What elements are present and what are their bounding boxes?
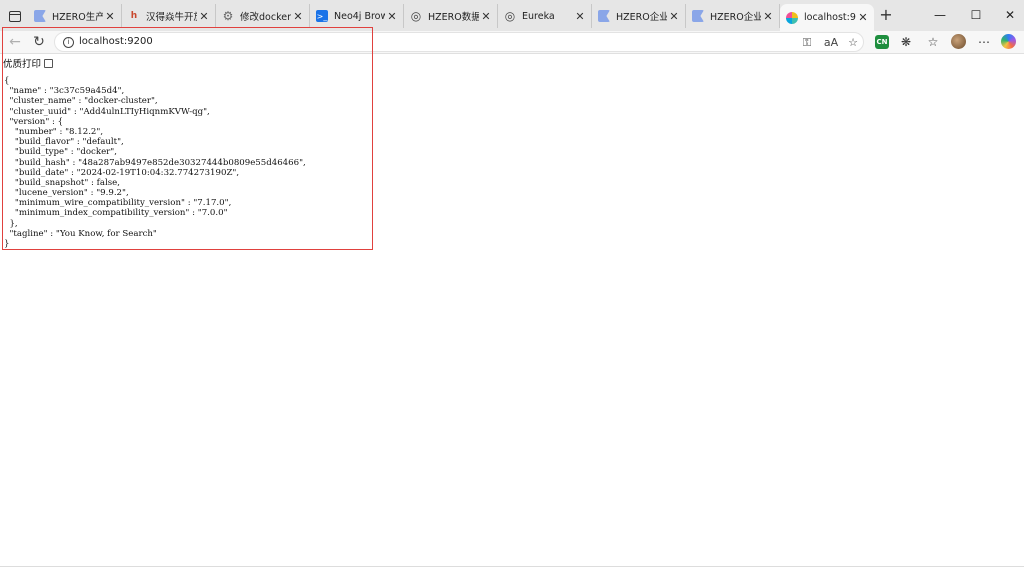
elastic-icon [786, 11, 798, 24]
tab-2[interactable]: ⚙ 修改docker配置✕ [216, 4, 310, 28]
tab-close-icon[interactable]: ✕ [667, 10, 681, 23]
json-line: } [4, 239, 10, 249]
flag-icon [598, 10, 610, 22]
new-tab-button[interactable]: + [878, 7, 894, 23]
json-line: "minimum_wire_compatibility_version" : "… [4, 198, 232, 209]
address-url[interactable]: localhost:9200 [79, 36, 153, 47]
tab-7[interactable]: HZERO企业级✕ [686, 4, 780, 28]
neo4j-icon: >_ [316, 10, 328, 22]
tab-actions-button[interactable] [4, 5, 26, 27]
flag-icon [34, 10, 46, 22]
profile-avatar[interactable] [951, 34, 966, 49]
read-aloud-icon[interactable]: aА [823, 35, 839, 51]
close-window-button[interactable]: ✕ [1000, 6, 1020, 24]
json-line: { [4, 76, 10, 86]
back-arrow-icon: ← [9, 34, 21, 50]
tab-title: HZERO生产环境 [52, 12, 103, 23]
json-line: "build_date" : "2024-02-19T10:04:32.7742… [4, 167, 240, 178]
json-line: "build_hash" : "48a287ab9497e852de303274… [4, 157, 306, 168]
site-info-icon[interactable]: i [63, 37, 74, 48]
tab-close-icon[interactable]: ✕ [761, 10, 775, 23]
tab-3[interactable]: >_ Neo4j Browser✕ [310, 4, 404, 28]
tab-close-icon[interactable]: ✕ [291, 10, 305, 23]
tab-title: 修改docker配置 [240, 12, 291, 23]
tab-0[interactable]: HZERO生产环境✕ [28, 4, 122, 28]
pretty-print-toggle[interactable]: 优质打印 [3, 56, 54, 70]
tab-title: HZERO企业级 [616, 12, 667, 23]
pretty-print-checkbox[interactable] [44, 58, 54, 68]
json-line: "build_snapshot" : false, [4, 177, 120, 188]
json-line: }, [4, 218, 18, 229]
tab-title: Eureka [522, 10, 555, 22]
reload-button[interactable]: ↻ [30, 33, 48, 51]
gear-icon: ⚙ [222, 9, 234, 23]
favorites-icon[interactable]: ☆ [924, 33, 942, 51]
json-line: "number" : "8.12.2", [4, 126, 104, 137]
reload-icon: ↻ [33, 34, 45, 50]
json-line: "build_type" : "docker", [4, 147, 117, 158]
pretty-print-label: 优质打印 [3, 59, 42, 70]
json-line: "minimum_index_compatibility_version" : … [4, 208, 228, 219]
json-line: "build_flavor" : "default", [4, 137, 124, 148]
tab-strip: HZERO生产环境✕h汉得焱牛开放平台✕⚙修改docker配置✕>_Neo4j … [0, 0, 1024, 31]
tab-1[interactable]: h 汉得焱牛开放平台✕ [122, 4, 216, 28]
json-response: { "name" : "3c37c59a45d4", "cluster_name… [4, 76, 306, 249]
tab-close-icon[interactable]: ✕ [479, 10, 493, 23]
json-line: "lucene_version" : "9.9.2", [4, 188, 129, 199]
back-button[interactable]: ← [6, 33, 24, 51]
maximize-button[interactable]: ☐ [966, 6, 986, 24]
tab-close-icon[interactable]: ✕ [103, 10, 117, 23]
tab-close-icon[interactable]: ✕ [197, 10, 211, 23]
tab-close-icon[interactable]: ✕ [856, 11, 870, 24]
more-menu-icon[interactable]: ⋯ [975, 33, 993, 51]
json-line: "cluster_uuid" : "Add4ulnLTIyHiqnmKVW-qg… [4, 106, 210, 117]
tab-title: HZERO企业级 [710, 12, 761, 23]
minimize-button[interactable]: — [930, 6, 950, 24]
tab-close-icon[interactable]: ✕ [385, 10, 399, 23]
tab-8[interactable]: localhost:9200✕ [780, 4, 874, 31]
tab-6[interactable]: HZERO企业级✕ [592, 4, 686, 28]
tab-5[interactable]: ◎ Eureka ✕ [498, 4, 592, 28]
json-line: "cluster_name" : "docker-cluster", [4, 96, 158, 107]
copilot-icon[interactable] [1001, 34, 1016, 49]
extension-cn-icon[interactable]: CN [875, 35, 889, 49]
tab-4[interactable]: ◎ HZERO数据导入✕ [404, 4, 498, 28]
flag-icon [692, 10, 704, 22]
json-line: "name" : "3c37c59a45d4", [4, 86, 125, 97]
tab-list: HZERO生产环境✕h汉得焱牛开放平台✕⚙修改docker配置✕>_Neo4j … [28, 4, 874, 31]
tab-title: Neo4j Browser [334, 10, 385, 22]
favorite-star-icon[interactable]: ☆ [845, 35, 861, 51]
json-line: "tagline" : "You Know, for Search" [4, 228, 157, 239]
tab-title: HZERO数据导入 [428, 12, 479, 23]
address-toolbar: ← ↻ i localhost:9200 ⚿ aА ☆ CN ❋ ☆ ⋯ [0, 31, 1024, 53]
tab-title: 汉得焱牛开放平台 [146, 12, 197, 23]
address-bar[interactable]: i localhost:9200 ⚿ aА ☆ [54, 32, 864, 52]
tab-close-icon[interactable]: ✕ [573, 10, 587, 23]
key-icon[interactable]: ⚿ [799, 35, 815, 51]
window-bottom-edge [0, 566, 1024, 570]
json-line: "version" : { [4, 116, 64, 127]
tab-actions-icon [9, 10, 21, 22]
tab-title: localhost:9200 [804, 12, 856, 23]
h-logo-icon: h [130, 11, 138, 21]
globe-icon: ◎ [504, 9, 516, 23]
extensions-puzzle-icon[interactable]: ❋ [897, 33, 915, 51]
globe-icon: ◎ [410, 9, 422, 23]
toolbar-divider [0, 53, 1024, 54]
